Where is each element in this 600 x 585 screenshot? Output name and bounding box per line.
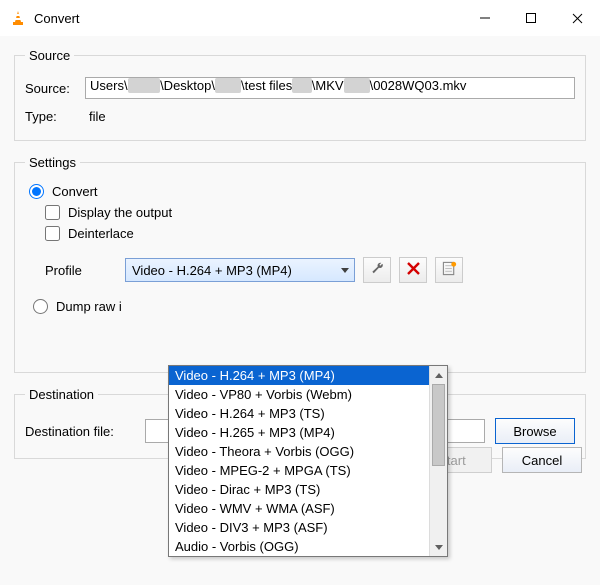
profile-label: Profile xyxy=(45,263,125,278)
destination-legend: Destination xyxy=(25,387,98,402)
settings-group: Settings Convert Display the output Dein… xyxy=(14,155,586,373)
source-legend: Source xyxy=(25,48,74,63)
profile-selected-value: Video - H.264 + MP3 (MP4) xyxy=(132,263,292,278)
profile-dropdown-list: Video - H.264 + MP3 (MP4)Video - VP80 + … xyxy=(168,365,448,557)
dropdown-scrollbar[interactable] xyxy=(429,366,447,556)
deinterlace-label: Deinterlace xyxy=(68,226,134,241)
profile-option[interactable]: Video - WMV + WMA (ASF) xyxy=(169,499,429,518)
deinterlace-checkbox[interactable] xyxy=(45,226,60,241)
profile-option[interactable]: Video - H.264 + MP3 (TS) xyxy=(169,404,429,423)
source-group: Source Source: Users\xxxxx\Desktop\xxxx\… xyxy=(14,48,586,141)
profile-option[interactable]: Video - Theora + Vorbis (OGG) xyxy=(169,442,429,461)
profile-option[interactable]: Video - DIV3 + MP3 (ASF) xyxy=(169,518,429,537)
scroll-up-icon[interactable] xyxy=(430,366,447,384)
cancel-button[interactable]: Cancel xyxy=(502,447,582,473)
edit-profile-button[interactable] xyxy=(363,257,391,283)
profile-option[interactable]: Video - H.264 + MP3 (MP4) xyxy=(169,366,429,385)
titlebar: Convert xyxy=(0,0,600,36)
settings-legend: Settings xyxy=(25,155,80,170)
chevron-down-icon xyxy=(339,262,351,278)
type-value: file xyxy=(85,109,106,124)
maximize-button[interactable] xyxy=(508,0,554,36)
minimize-button[interactable] xyxy=(462,0,508,36)
window-title: Convert xyxy=(34,11,462,26)
delete-profile-button[interactable] xyxy=(399,257,427,283)
dump-raw-label: Dump raw i xyxy=(56,299,122,314)
new-profile-icon xyxy=(442,261,457,279)
profile-option[interactable]: Video - MPEG-2 + MPGA (TS) xyxy=(169,461,429,480)
vlc-icon xyxy=(10,10,26,26)
convert-radio-label: Convert xyxy=(52,184,98,199)
destination-file-label: Destination file: xyxy=(25,424,145,439)
close-button[interactable] xyxy=(554,0,600,36)
new-profile-button[interactable] xyxy=(435,257,463,283)
scroll-down-icon[interactable] xyxy=(430,538,447,556)
type-label: Type: xyxy=(25,109,85,124)
profile-combobox[interactable]: Video - H.264 + MP3 (MP4) xyxy=(125,258,355,282)
profile-option[interactable]: Video - H.265 + MP3 (MP4) xyxy=(169,423,429,442)
profile-option[interactable]: Video - Dirac + MP3 (TS) xyxy=(169,480,429,499)
convert-radio[interactable] xyxy=(29,184,44,199)
display-output-checkbox[interactable] xyxy=(45,205,60,220)
profile-option[interactable]: Audio - Vorbis (OGG) xyxy=(169,537,429,556)
profile-option[interactable]: Video - VP80 + Vorbis (Webm) xyxy=(169,385,429,404)
delete-x-icon xyxy=(407,262,420,278)
source-label: Source: xyxy=(25,81,85,96)
browse-button[interactable]: Browse xyxy=(495,418,575,444)
display-output-label: Display the output xyxy=(68,205,172,220)
dump-raw-radio[interactable] xyxy=(33,299,48,314)
wrench-icon xyxy=(370,261,385,279)
source-path-input[interactable]: Users\xxxxx\Desktop\xxxx\test filesxxx\M… xyxy=(85,77,575,99)
